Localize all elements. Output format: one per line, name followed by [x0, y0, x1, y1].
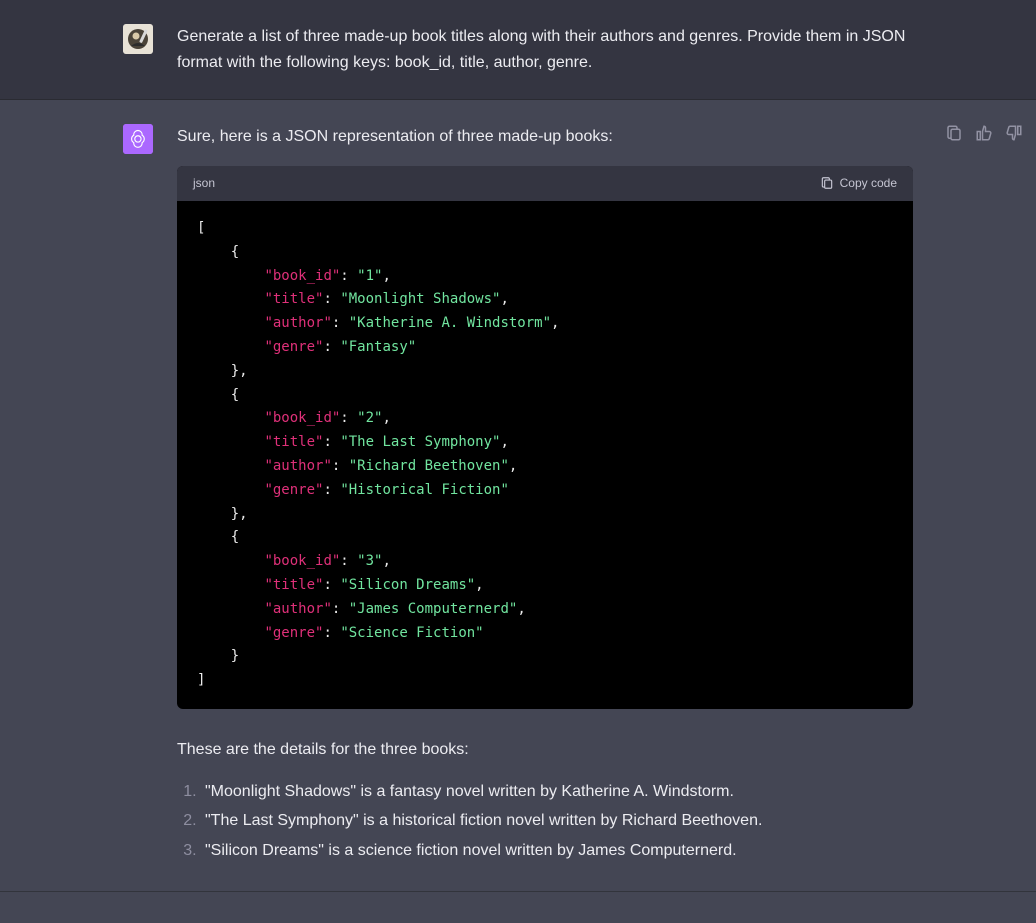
assistant-content: Sure, here is a JSON representation of t… [177, 124, 913, 867]
message-actions [945, 124, 1023, 142]
assistant-outro-text: These are the details for the three book… [177, 737, 913, 763]
code-content[interactable]: [ { "book_id": "1", "title": "Moonlight … [177, 201, 913, 709]
list-item: "The Last Symphony" is a historical fict… [201, 808, 913, 834]
copy-code-button[interactable]: Copy code [820, 174, 897, 193]
code-block: json Copy code [ { "book_id": "1", "titl… [177, 166, 913, 709]
clipboard-icon[interactable] [945, 124, 963, 142]
user-content: Generate a list of three made-up book ti… [177, 24, 913, 75]
code-language-label: json [193, 174, 215, 193]
user-prompt-text: Generate a list of three made-up book ti… [177, 24, 913, 75]
summary-list: "Moonlight Shadows" is a fantasy novel w… [177, 779, 913, 864]
thumbs-up-icon[interactable] [975, 124, 993, 142]
user-avatar-icon [123, 24, 153, 54]
copy-code-label: Copy code [840, 174, 897, 193]
user-avatar [123, 24, 153, 54]
user-message: Generate a list of three made-up book ti… [0, 0, 1036, 100]
assistant-message: Sure, here is a JSON representation of t… [0, 100, 1036, 892]
user-row: Generate a list of three made-up book ti… [123, 24, 913, 75]
list-item: "Moonlight Shadows" is a fantasy novel w… [201, 779, 913, 805]
thumbs-down-icon[interactable] [1005, 124, 1023, 142]
assistant-avatar [123, 124, 153, 154]
assistant-intro-text: Sure, here is a JSON representation of t… [177, 124, 913, 150]
clipboard-icon [820, 176, 834, 190]
openai-logo-icon [123, 124, 153, 154]
list-item: "Silicon Dreams" is a science fiction no… [201, 838, 913, 864]
code-header: json Copy code [177, 166, 913, 201]
assistant-row: Sure, here is a JSON representation of t… [123, 124, 913, 867]
